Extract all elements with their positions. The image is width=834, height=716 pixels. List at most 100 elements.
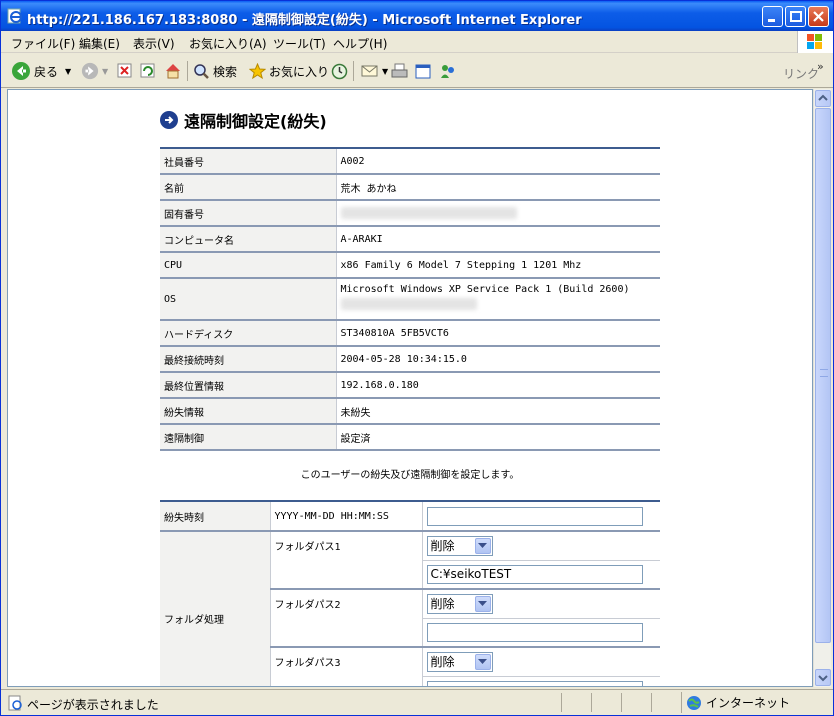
folder-path-input-cell xyxy=(422,676,660,686)
home-button[interactable] xyxy=(164,61,182,81)
row-value: 未紛失 xyxy=(336,398,660,425)
messenger-button[interactable] xyxy=(439,61,457,81)
menu-edit[interactable]: 編集(E) xyxy=(79,35,120,52)
close-icon xyxy=(813,11,824,22)
folder-action-select-1[interactable]: 削除 xyxy=(426,535,493,556)
mail-icon xyxy=(361,65,378,77)
folder-path-input-2[interactable] xyxy=(426,622,643,642)
table-row: 最終位置情報 192.168.0.180 xyxy=(160,372,660,399)
menu-favorites[interactable]: お気に入り(A) xyxy=(189,35,267,52)
mail-dropdown-icon[interactable]: ▼ xyxy=(382,67,388,76)
lost-time-input-cell xyxy=(422,500,660,532)
row-value: 192.168.0.180 xyxy=(336,372,660,399)
folder-action-select-2[interactable]: 削除 xyxy=(426,593,493,614)
notice-text: このユーザーの紛失及び遠隔制御を設定します。 xyxy=(300,470,520,481)
back-label: 戻る xyxy=(34,64,59,79)
star-icon xyxy=(249,62,266,79)
folder-process-label: フォルダ処理 xyxy=(160,531,271,686)
status-separator xyxy=(621,693,622,712)
edit-button[interactable] xyxy=(415,61,432,81)
menu-help[interactable]: ヘルプ(H) xyxy=(333,35,387,52)
status-bar: ページが表示されました インターネット xyxy=(1,689,833,715)
lost-time-input[interactable] xyxy=(426,506,643,526)
row-label: 遠隔制御 xyxy=(160,424,337,451)
folder-path-label-1: フォルダパス1 xyxy=(270,531,423,590)
history-button[interactable] xyxy=(331,61,348,81)
lost-time-row: 紛失時刻 YYYY-MM-DD HH:MM:SS xyxy=(160,500,660,532)
maximize-button[interactable] xyxy=(785,6,806,27)
row-label: 固有番号 xyxy=(160,200,337,227)
folder-path-row-1a: フォルダ処理 フォルダパス1 削除 xyxy=(160,531,660,686)
minimize-icon xyxy=(768,19,775,22)
settings-form-table: 紛失時刻 YYYY-MM-DD HH:MM:SS フォルダ処理 フォルダパス1 … xyxy=(160,500,660,686)
table-row: 紛失情報 未紛失 xyxy=(160,398,660,425)
folder-action-select-3[interactable]: 削除 xyxy=(426,651,493,672)
row-value: ST340810A 5FB5VCT6 xyxy=(336,320,660,347)
refresh-button[interactable] xyxy=(140,61,156,81)
window-title: http://221.186.167.183:8080 - 遠隔制御設定(紛失)… xyxy=(27,13,582,28)
status-separator xyxy=(561,693,562,712)
row-value: Microsoft Windows XP Service Pack 1 (Bui… xyxy=(340,284,630,295)
row-label: 紛失情報 xyxy=(160,398,337,425)
search-icon xyxy=(194,63,209,79)
scroll-thumb[interactable] xyxy=(815,108,831,643)
status-text: ページが表示されました xyxy=(27,698,159,712)
page-content: 遠隔制御設定(紛失) 社員番号 A002 名前 荒木 あかね 固有番号 コンピュ… xyxy=(7,89,813,687)
row-label: ハードディスク xyxy=(160,320,337,347)
folder-path-input-cell: C:¥seikoTEST xyxy=(422,560,660,590)
folder-action-cell: 削除 xyxy=(422,647,660,677)
vertical-scrollbar[interactable] xyxy=(813,89,831,687)
menu-view[interactable]: 表示(V) xyxy=(133,35,175,52)
back-button[interactable]: 戻る ▼ xyxy=(11,61,71,81)
toolbar: 戻る ▼ ▼ 検索 お気に入り ▼ リンク » xyxy=(1,54,833,88)
lost-time-label: 紛失時刻 xyxy=(160,500,271,532)
scroll-up-button[interactable] xyxy=(815,90,831,107)
refresh-icon xyxy=(140,63,155,78)
forward-button[interactable]: ▼ xyxy=(81,61,108,81)
row-value: 荒木 あかね xyxy=(336,174,660,201)
row-value: A002 xyxy=(336,147,660,175)
folder-path-input-3[interactable] xyxy=(426,680,643,686)
status-separator xyxy=(591,693,592,712)
title-bar: http://221.186.167.183:8080 - 遠隔制御設定(紛失)… xyxy=(1,1,833,31)
security-zone: インターネット xyxy=(681,692,831,713)
menu-tools[interactable]: ツール(T) xyxy=(273,35,326,52)
edit-page-icon xyxy=(415,64,431,78)
menu-file[interactable]: ファイル(F) xyxy=(11,35,75,52)
maximize-icon xyxy=(790,11,802,22)
back-dropdown-icon[interactable]: ▼ xyxy=(65,67,71,76)
redacted-value xyxy=(340,298,477,310)
table-row: 遠隔制御 設定済 xyxy=(160,424,660,451)
scroll-down-button[interactable] xyxy=(815,669,831,686)
favorites-label: お気に入り xyxy=(269,64,330,79)
folder-action-cell: 削除 xyxy=(422,589,660,619)
table-row: コンピュータ名 A-ARAKI xyxy=(160,226,660,253)
stop-button[interactable] xyxy=(117,61,133,81)
links-chevron-icon[interactable]: » xyxy=(817,60,824,73)
row-value-redacted xyxy=(336,200,660,227)
links-label[interactable]: リンク xyxy=(783,65,819,82)
search-button[interactable]: 検索 xyxy=(193,61,237,81)
row-label: コンピュータ名 xyxy=(160,226,337,253)
folder-path-label-3: フォルダパス3 xyxy=(270,647,423,686)
folder-action-cell: 削除 xyxy=(422,531,660,561)
folder-path-input-cell xyxy=(422,618,660,648)
row-label: 社員番号 xyxy=(160,147,337,175)
redacted-value xyxy=(340,207,517,219)
table-row: OS Microsoft Windows XP Service Pack 1 (… xyxy=(160,278,660,321)
scroll-grip-icon xyxy=(820,369,828,377)
favorites-button[interactable]: お気に入り xyxy=(249,61,329,81)
folder-action-value: 削除 xyxy=(430,539,455,554)
page-loaded-icon xyxy=(8,695,22,711)
close-button[interactable] xyxy=(808,6,829,27)
minimize-button[interactable] xyxy=(762,6,783,27)
mail-button[interactable]: ▼ xyxy=(361,61,388,81)
row-value: 設定済 xyxy=(336,424,660,451)
windows-logo-icon xyxy=(797,31,833,53)
folder-path-input-1[interactable]: C:¥seikoTEST xyxy=(426,564,643,584)
table-row: 名前 荒木 あかね xyxy=(160,174,660,201)
row-label: 最終接続時刻 xyxy=(160,346,337,373)
ie-page-icon xyxy=(7,8,22,24)
print-button[interactable] xyxy=(391,61,408,81)
forward-dropdown-icon[interactable]: ▼ xyxy=(102,67,108,76)
